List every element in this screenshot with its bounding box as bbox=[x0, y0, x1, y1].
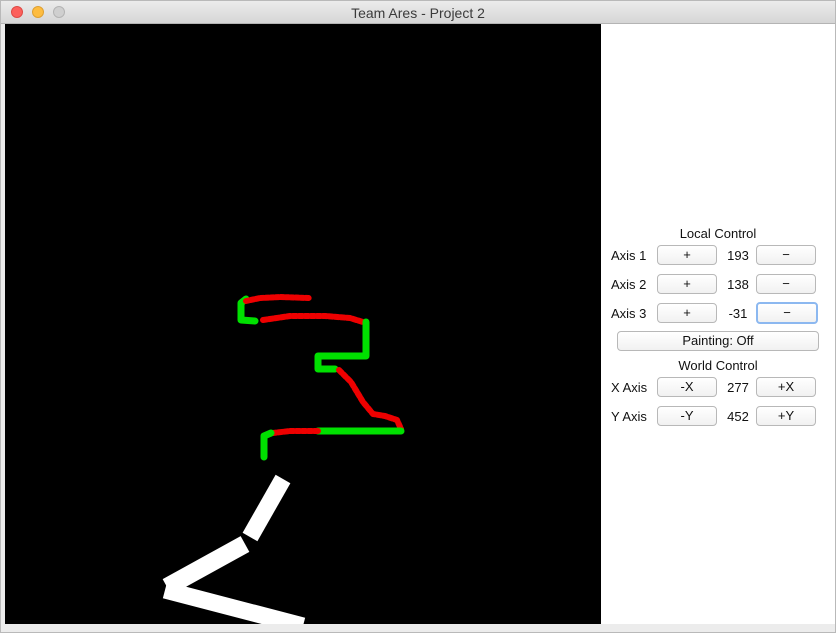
app-window: Team Ares - Project 2 Local Control Axis… bbox=[0, 0, 836, 633]
axis-3-value: -31 bbox=[728, 306, 748, 321]
axis-2-value: 138 bbox=[727, 277, 749, 292]
path-stroke-red bbox=[243, 294, 312, 304]
axis-2-increase-button[interactable]: + bbox=[657, 274, 717, 294]
axis-3-decrease-button[interactable]: − bbox=[756, 302, 818, 324]
arm-segment bbox=[162, 581, 306, 624]
axis-1-label: Axis 1 bbox=[611, 248, 647, 263]
y-axis-value: 452 bbox=[727, 409, 749, 424]
path-stroke-red bbox=[336, 367, 404, 432]
y-axis-label: Y Axis bbox=[611, 409, 647, 424]
axis-1-value: 193 bbox=[727, 248, 749, 263]
x-axis-label: X Axis bbox=[611, 380, 648, 395]
world-control-heading: World Control bbox=[678, 358, 758, 373]
x-axis-decrease-button[interactable]: -X bbox=[657, 377, 717, 397]
x-axis-increase-button[interactable]: +X bbox=[756, 377, 816, 397]
path-stroke-green bbox=[260, 429, 275, 461]
y-axis-decrease-button[interactable]: -Y bbox=[657, 406, 717, 426]
arm-segment bbox=[242, 474, 291, 542]
local-control-heading: Local Control bbox=[679, 226, 757, 241]
canvas-drawing bbox=[162, 294, 405, 624]
arm-segment bbox=[162, 536, 250, 595]
painting-toggle-button[interactable]: Painting: Off bbox=[617, 331, 819, 351]
axis-3-label: Axis 3 bbox=[611, 306, 647, 321]
axis-3-increase-button[interactable]: + bbox=[657, 303, 717, 323]
window-title: Team Ares - Project 2 bbox=[351, 5, 485, 21]
axis-2-label: Axis 2 bbox=[611, 277, 647, 292]
axis-1-increase-button[interactable]: + bbox=[657, 245, 717, 265]
drawing-canvas[interactable] bbox=[5, 24, 601, 624]
control-panel: Local Control Axis 1 + 193 − Axis 2 + 13… bbox=[601, 24, 835, 624]
axis-1-decrease-button[interactable]: − bbox=[756, 245, 816, 265]
title-bar[interactable]: Team Ares - Project 2 bbox=[1, 1, 835, 24]
path-stroke-red bbox=[270, 428, 321, 436]
path-stroke-red bbox=[260, 313, 366, 325]
path-stroke-green bbox=[314, 318, 370, 373]
y-axis-increase-button[interactable]: +Y bbox=[756, 406, 816, 426]
axis-2-decrease-button[interactable]: − bbox=[756, 274, 816, 294]
x-axis-value: 277 bbox=[727, 380, 749, 395]
